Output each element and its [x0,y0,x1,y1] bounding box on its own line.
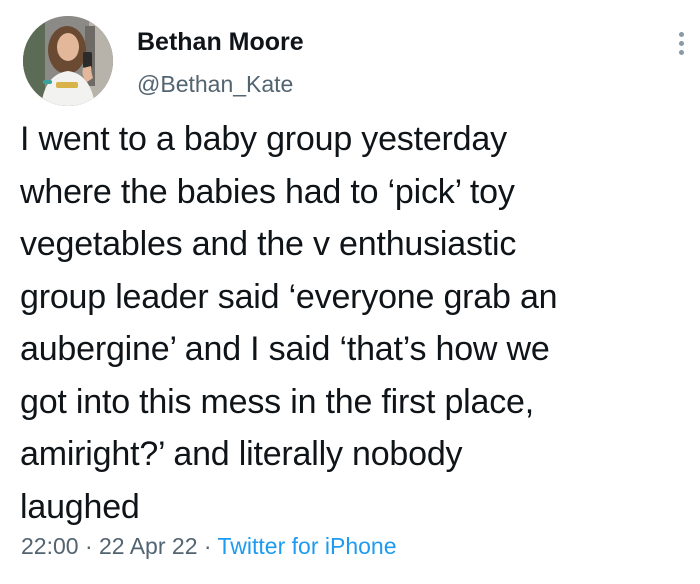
avatar-photo [23,16,113,106]
tweet-time[interactable]: 22:00 [21,533,79,559]
more-dot [678,31,684,37]
more-dot [678,49,684,55]
more-dot [678,40,684,46]
tweet-card: Bethan Moore @Bethan_Kate I went to a ba… [0,0,700,584]
author-block: Bethan Moore @Bethan_Kate [137,26,304,100]
meta-separator: · [197,533,218,559]
tweet-source[interactable]: Twitter for iPhone [218,533,397,559]
author-handle[interactable]: @Bethan_Kate [137,68,304,100]
more-options-icon[interactable] [670,24,692,62]
tweet-metadata: 22:00 · 22 Apr 22 · Twitter for iPhone [21,530,396,562]
tweet-text: I went to a baby group yesterday where t… [20,120,558,526]
tweet-date[interactable]: 22 Apr 22 [99,533,197,559]
author-display-name[interactable]: Bethan Moore [137,26,304,58]
meta-separator: · [78,533,100,559]
avatar[interactable] [23,16,113,106]
